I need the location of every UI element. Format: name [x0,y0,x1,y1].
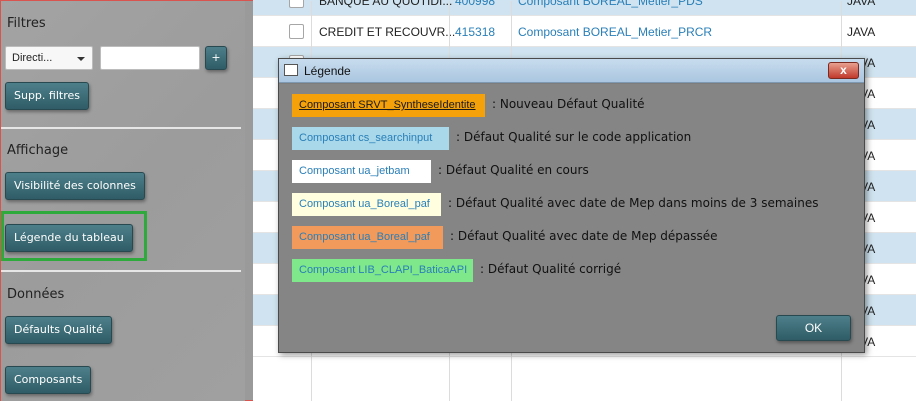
components-button[interactable]: Composants [5,366,92,394]
legend-dialog: Légende x Composant SRVT_SyntheseIdentit… [278,58,865,353]
filter-type-value: Directi... [12,52,53,64]
table-row[interactable]: CREDIT ET RECOUVR... 415318 Composant BORE… [253,16,916,47]
filter-type-select[interactable]: Directi... [5,46,93,70]
domain-cell: BANQUE AU QUOTIDI... [319,0,453,8]
display-heading: Affichage [7,143,69,158]
legend-description: : Défaut Qualité corrigé [480,262,622,276]
window-icon [284,64,298,76]
table-legend-button[interactable]: Légende du tableau [5,224,133,252]
legend-chip: Composant cs_searchinput [292,127,449,150]
component-link[interactable]: Composant BOREAL_Metier_PRCR [518,25,712,39]
id-cell: 415318 [455,25,496,39]
divider [1,270,241,272]
legend-description: : Défaut Qualité avec date de Mep dépass… [450,229,718,243]
legend-description: : Défaut Qualité en cours [438,163,589,177]
filters-heading: Filtres [7,16,46,31]
chevron-down-icon [77,57,85,61]
legend-description: : Nouveau Défaut Qualité [492,97,645,111]
row-checkbox[interactable] [289,24,304,39]
row-checkbox[interactable] [289,0,304,8]
close-button[interactable]: x [828,62,859,79]
filter-value-input[interactable] [100,46,200,70]
language-cell: JAVA [847,25,876,39]
remove-filters-button[interactable]: Supp. filtres [5,82,89,110]
quality-defects-button[interactable]: Défaults Qualité [5,316,112,344]
legend-chip: Composant SRVT_SyntheseIdentite [292,94,485,117]
component-link[interactable]: Composant BOREAL_Metier_PDS [518,0,703,8]
divider [1,127,241,129]
domain-cell: CREDIT ET RECOUVR... [319,25,456,39]
language-cell: JAVA [847,0,876,8]
legend-description: : Défaut Qualité avec date de Mep dans m… [448,196,819,210]
legend-chip: Composant ua_Boreal_paf [292,193,441,216]
legend-chip: Composant ua_jetbam [292,160,431,183]
table-row[interactable]: BANQUE AU QUOTIDI... 400998 Composant BORE… [253,0,916,16]
legend-description: : Défaut Qualité sur le code application [456,130,692,144]
dialog-title: Légende [304,64,351,78]
data-heading: Données [7,287,65,302]
column-visibility-button[interactable]: Visibilité des colonnes [5,172,145,200]
dialog-body: Composant SRVT_SyntheseIdentite : Nouveau… [279,84,864,352]
id-cell: 400998 [455,0,496,8]
legend-chip: Composant LIB_CLAPI_BaticaAPI [292,259,473,282]
add-filter-button[interactable]: + [205,46,227,70]
sidebar: Filtres Directi... + Supp. filtres Affic… [1,1,245,401]
legend-chip: Composant ua_Boreal_paf [292,226,443,249]
dialog-titlebar[interactable]: Légende x [279,59,864,83]
ok-button[interactable]: OK [776,315,851,341]
